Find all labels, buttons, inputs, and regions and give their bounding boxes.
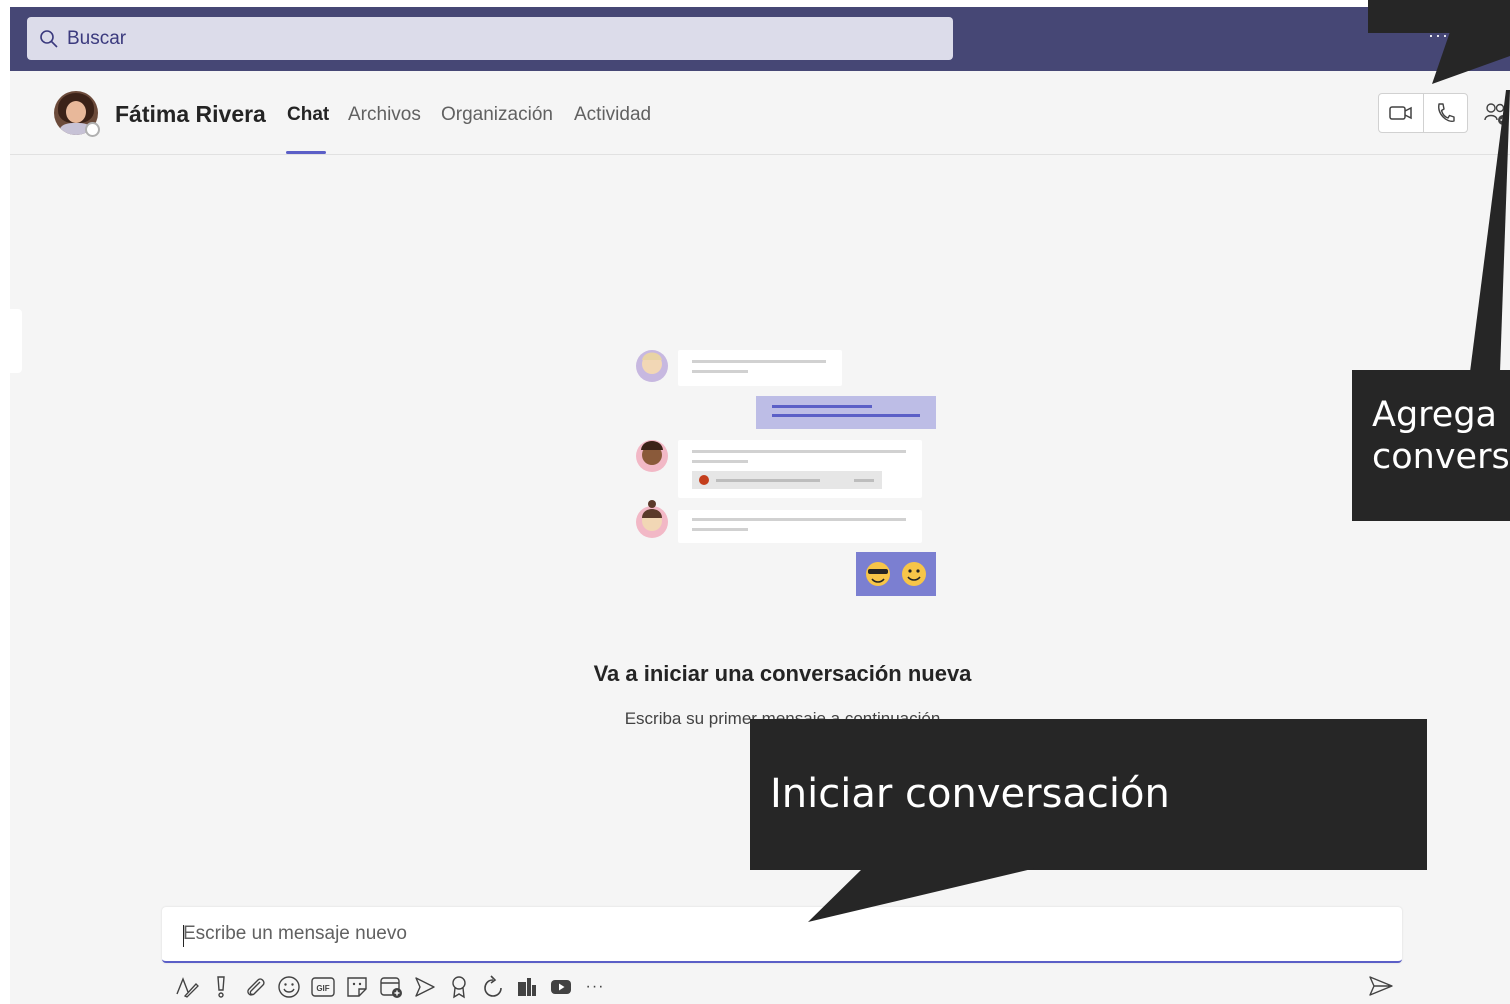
contact-name[interactable]: Fátima Rivera [115, 101, 266, 128]
callout-add-people-text: Agrega convers [1372, 394, 1510, 478]
empty-chat-illustration [636, 350, 936, 596]
presence-status-icon [85, 122, 100, 137]
send-icon [1369, 976, 1393, 996]
callout-add-people: Agrega convers [1352, 370, 1510, 521]
text-caret [183, 925, 184, 947]
format-icon[interactable] [170, 972, 204, 1002]
sidebar-handle[interactable] [10, 309, 22, 373]
top-bar: Buscar ··· [10, 7, 1510, 71]
app-icon[interactable] [510, 972, 544, 1002]
video-camera-icon [1389, 106, 1412, 120]
call-button-group [1378, 93, 1468, 133]
youtube-icon[interactable] [544, 972, 578, 1002]
callout-start-conversation-text: Iniciar conversación [770, 771, 1170, 817]
empty-state-title: Va a iniciar una conversación nueva [593, 661, 972, 686]
phone-icon [1438, 103, 1456, 122]
tab-organization[interactable]: Organización [441, 104, 553, 126]
sticker-icon[interactable] [340, 972, 374, 1002]
stream-icon[interactable] [408, 972, 442, 1002]
tab-files[interactable]: Archivos [348, 104, 421, 126]
search-icon [40, 29, 58, 48]
emoji-icon[interactable] [272, 972, 306, 1002]
search-box[interactable]: Buscar [27, 17, 953, 60]
composer-toolbar: GIF ··· [170, 972, 612, 1002]
schedule-meeting-icon[interactable] [374, 972, 408, 1002]
attach-icon[interactable] [238, 972, 272, 1002]
tab-activity[interactable]: Actividad [574, 104, 651, 126]
active-tab-indicator [286, 151, 326, 154]
callout-top-pointer [1432, 26, 1510, 84]
video-call-button[interactable] [1379, 94, 1423, 132]
message-input[interactable] [162, 907, 1402, 961]
praise-icon[interactable] [442, 972, 476, 1002]
callout-add-people-line1: Agrega [1372, 395, 1497, 435]
more-options-icon[interactable]: ··· [578, 972, 612, 1002]
priority-icon[interactable] [204, 972, 238, 1002]
send-button[interactable] [1368, 975, 1394, 1002]
callout-add-people-line2: convers [1372, 437, 1510, 477]
callout-start-conversation: Iniciar conversación [750, 719, 1427, 870]
loop-icon[interactable] [476, 972, 510, 1002]
chat-header: Fátima Rivera Chat Archivos Organización… [10, 71, 1510, 155]
message-composer[interactable] [162, 907, 1402, 963]
gif-label: GIF [316, 984, 329, 993]
callout-bottom-pointer [808, 868, 1036, 922]
tab-chat[interactable]: Chat [287, 104, 329, 126]
search-placeholder: Buscar [67, 27, 127, 49]
callout-right-pointer [1470, 90, 1510, 372]
gif-icon[interactable]: GIF [306, 972, 340, 1002]
